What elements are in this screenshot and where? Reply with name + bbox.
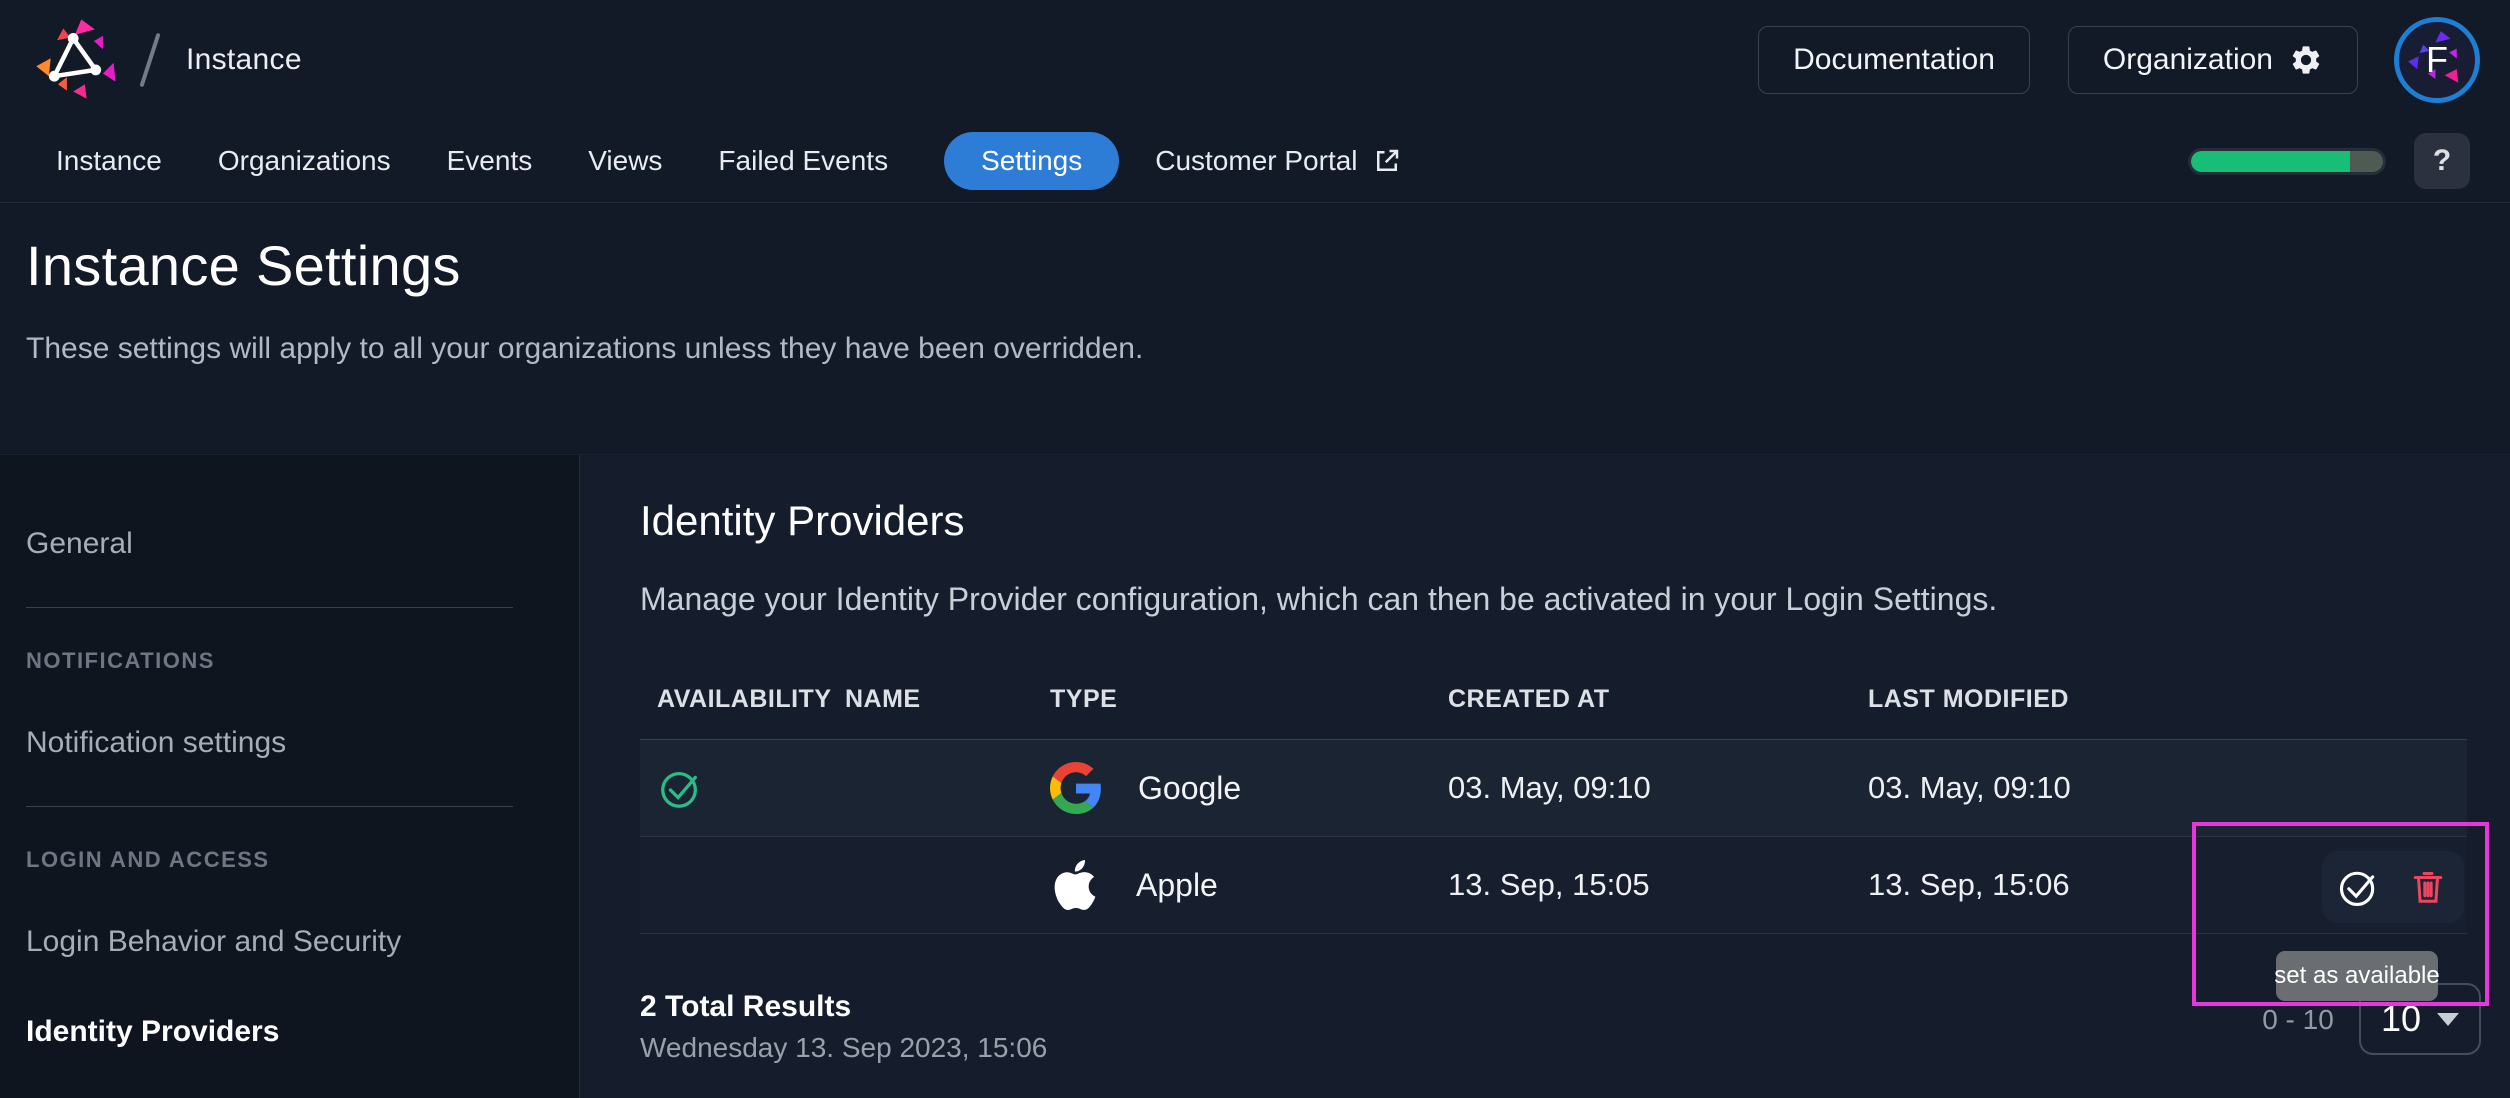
tab-instance[interactable]: Instance [56, 145, 162, 177]
col-created-at: CREATED AT [1448, 685, 1610, 713]
total-results: 2 Total Results [640, 990, 852, 1023]
tab-organizations[interactable]: Organizations [218, 145, 391, 177]
set-as-available-tooltip: set as available [2274, 951, 2440, 1001]
section-heading: Identity Providers [640, 497, 965, 544]
app-header: Instance Documentation Organization F [0, 0, 2510, 120]
zitadel-console: { "header": { "breadcrumb": "Instance", … [0, 0, 2510, 1098]
page-title-banner: Instance Settings These settings will ap… [0, 203, 2510, 454]
breadcrumb[interactable]: Instance [186, 43, 302, 77]
sidebar-item-general[interactable]: General [0, 517, 579, 571]
results-timestamp: Wednesday 13. Sep 2023, 15:06 [640, 1032, 1048, 1063]
organization-label: Organization [2102, 43, 2273, 76]
delete-button[interactable] [2406, 865, 2450, 909]
idp-table: AVAILABILITY NAME TYPE CREATED AT LAST M… [640, 660, 2467, 934]
zitadel-logo-icon[interactable] [30, 14, 120, 106]
idp-created-at: 13. Sep, 15:05 [1448, 867, 1650, 902]
sidebar-section-login-and-access: LOGIN AND ACCESS [26, 847, 270, 872]
idp-type-label: Google [1138, 769, 1242, 806]
table-footer: 2 Total Results Wednesday 13. Sep 2023, … [640, 990, 2467, 1064]
table-header-row: AVAILABILITY NAME TYPE CREATED AT LAST M… [640, 660, 2467, 740]
tab-events[interactable]: Events [447, 145, 533, 177]
idp-type-label: Apple [1136, 866, 1218, 903]
table-row-apple[interactable]: Apple 13. Sep, 15:05 13. Sep, 15:06 [640, 837, 2467, 934]
documentation-label: Documentation [1793, 43, 1995, 76]
page-size-value: 10 [2380, 998, 2422, 1039]
sidebar-section-notifications: NOTIFICATIONS [26, 648, 215, 673]
avatar-initial: F [2426, 39, 2448, 80]
sidebar-divider [26, 806, 513, 807]
table-row-google[interactable]: Google 03. May, 09:10 03. May, 09:10 [640, 740, 2467, 837]
settings-sidebar: General NOTIFICATIONS Notification setti… [0, 455, 580, 1098]
page-title: Instance Settings [26, 234, 461, 297]
row-actions [2322, 851, 2464, 923]
pagination-range: 0 - 10 [2262, 1004, 2334, 1035]
page-subtitle: These settings will apply to all your or… [26, 332, 1144, 365]
sidebar-item-login-behavior[interactable]: Login Behavior and Security [0, 915, 579, 969]
available-check-icon [661, 771, 697, 808]
usage-progress-bar [2188, 147, 2386, 175]
col-availability: AVAILABILITY [657, 685, 832, 713]
external-link-icon [1376, 149, 1398, 171]
gear-icon [2292, 46, 2320, 74]
sidebar-divider [26, 607, 513, 608]
idp-last-modified: 03. May, 09:10 [1868, 770, 2071, 805]
col-name: NAME [845, 685, 921, 713]
col-last-modified: LAST MODIFIED [1868, 685, 2069, 713]
organization-button[interactable]: Organization [2067, 26, 2358, 94]
sidebar-item-identity-providers[interactable]: Identity Providers [0, 1005, 579, 1059]
set-available-button[interactable] [2336, 865, 2380, 909]
usage-progress-fill [2191, 150, 2351, 172]
section-description: Manage your Identity Provider configurat… [640, 581, 1998, 617]
col-type: TYPE [1050, 685, 1118, 713]
tab-views[interactable]: Views [588, 145, 662, 177]
identity-providers-panel: Identity Providers Manage your Identity … [580, 455, 2510, 1098]
tab-settings[interactable]: Settings [944, 132, 1120, 190]
sidebar-item-notification-settings[interactable]: Notification settings [0, 716, 579, 770]
google-logo-icon [1050, 762, 1101, 814]
breadcrumb-slash [139, 32, 161, 88]
trash-icon [2413, 872, 2443, 903]
user-avatar[interactable]: F [2394, 17, 2480, 103]
tab-failed-events[interactable]: Failed Events [718, 145, 888, 177]
idp-created-at: 03. May, 09:10 [1448, 770, 1651, 805]
check-circle-icon [2339, 871, 2375, 906]
chevron-down-icon [2437, 1012, 2460, 1026]
tab-customer-portal[interactable]: Customer Portal [1155, 145, 1401, 177]
instance-nav: Instance Organizations Events Views Fail… [0, 120, 2510, 203]
documentation-button[interactable]: Documentation [1758, 26, 2030, 94]
help-button[interactable]: ? [2414, 133, 2470, 189]
apple-logo-icon [1054, 860, 1096, 911]
